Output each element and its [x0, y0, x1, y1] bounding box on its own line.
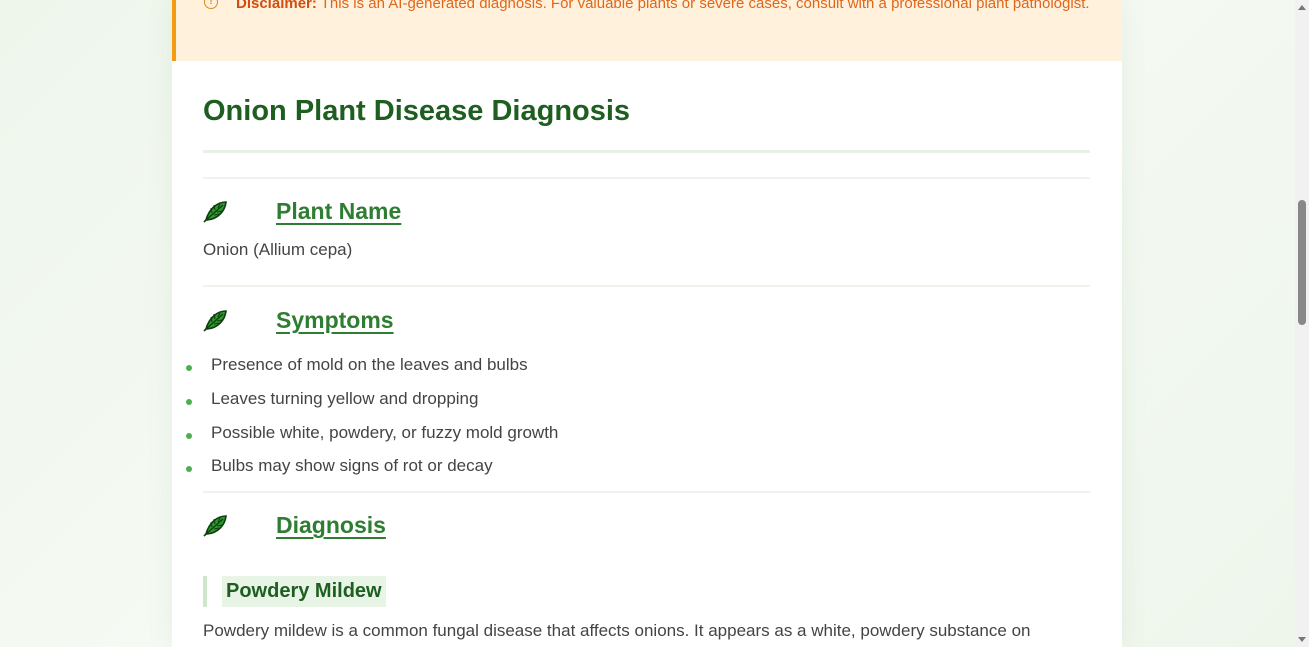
- section-heading-symptoms[interactable]: Symptoms: [276, 307, 394, 334]
- list-item: Presence of mold on the leaves and bulbs: [172, 355, 872, 379]
- disclaimer-banner: ! Disclaimer: This is an AI-generated di…: [172, 0, 1122, 61]
- disclaimer-message: This is an AI-generated diagnosis. For v…: [316, 0, 1090, 12]
- leaf-icon: [203, 201, 227, 223]
- symptom-text: Bulbs may show signs of rot or decay: [211, 456, 493, 475]
- page-title: Onion Plant Disease Diagnosis: [203, 95, 631, 127]
- symptom-text: Possible white, powdery, or fuzzy mold g…: [211, 423, 559, 442]
- title-divider: [203, 150, 1090, 153]
- section-heading-plant-name[interactable]: Plant Name: [276, 198, 401, 225]
- bullet-dot: [186, 399, 192, 405]
- diagnosis-subheading: Powdery Mildew: [222, 576, 386, 607]
- plant-name-value: Onion (Allium cepa): [203, 240, 353, 259]
- alert-circle-icon: !: [204, 0, 218, 9]
- scroll-down-arrow-icon[interactable]: [1298, 637, 1306, 642]
- symptom-text: Leaves turning yellow and dropping: [211, 389, 479, 408]
- leaf-icon: [203, 515, 227, 537]
- section-divider: [203, 285, 1090, 287]
- subheading-accent-bar: [203, 576, 207, 607]
- section-divider: [203, 177, 1090, 179]
- disclaimer-label: Disclaimer:: [236, 0, 317, 12]
- bullet-dot: [186, 433, 192, 439]
- list-item: Leaves turning yellow and dropping: [172, 389, 872, 413]
- list-item: Bulbs may show signs of rot or decay: [172, 456, 872, 480]
- section-divider: [203, 491, 1090, 493]
- page-scrollbar[interactable]: [1295, 0, 1309, 647]
- section-heading-diagnosis[interactable]: Diagnosis: [276, 512, 386, 539]
- list-item: Possible white, powdery, or fuzzy mold g…: [172, 423, 872, 447]
- disclaimer-text: Disclaimer: This is an AI-generated diag…: [236, 0, 1106, 15]
- bullet-dot: [186, 365, 192, 371]
- scroll-up-arrow-icon[interactable]: [1298, 5, 1306, 10]
- bullet-dot: [186, 466, 192, 472]
- symptom-text: Presence of mold on the leaves and bulbs: [211, 355, 528, 374]
- leaf-icon: [203, 310, 227, 332]
- scrollbar-thumb[interactable]: [1298, 200, 1306, 325]
- diagnosis-paragraph: Powdery mildew is a common fungal diseas…: [203, 621, 1031, 640]
- diagnosis-card: ! Disclaimer: This is an AI-generated di…: [172, 0, 1122, 647]
